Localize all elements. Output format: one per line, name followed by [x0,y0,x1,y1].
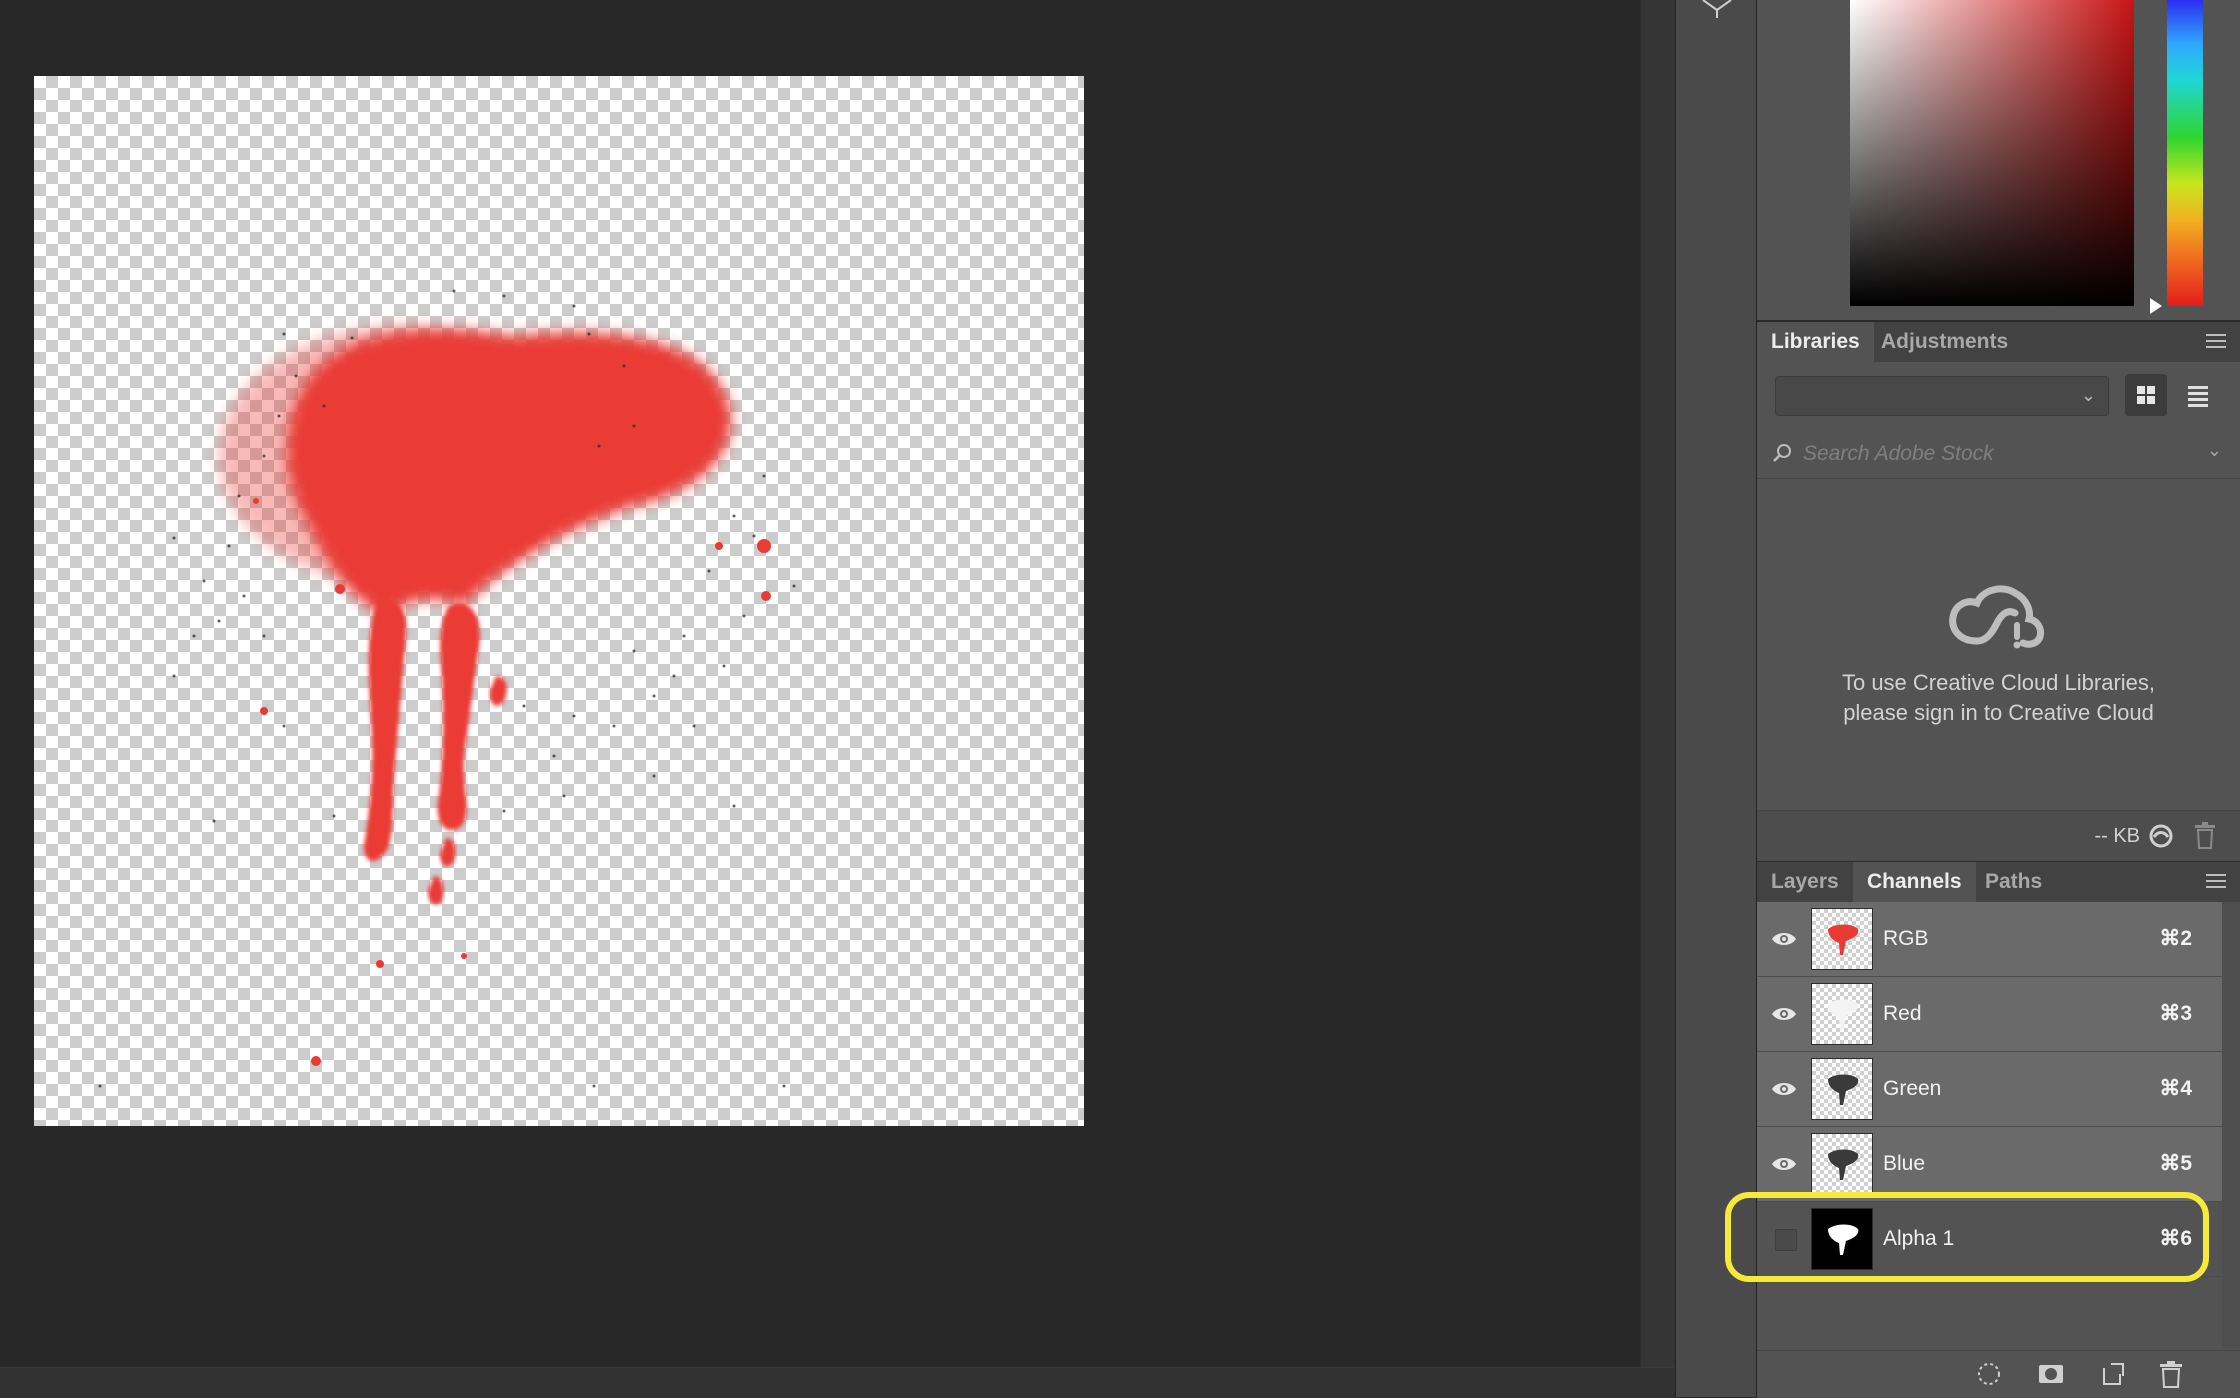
channel-name: Green [1883,1077,1942,1100]
search-icon [1773,444,1791,462]
document-canvas[interactable] [34,76,1084,1126]
eye-icon[interactable] [1771,1080,1797,1098]
channels-tabbar: Layers Channels Paths [1757,861,2240,903]
libraries-tabbar: Libraries Adjustments [1757,321,2240,363]
channel-name: Red [1883,1002,1922,1025]
hue-slider[interactable] [2167,0,2203,306]
storage-label: -- KB [2094,825,2140,847]
channel-thumbnail [1811,908,1873,970]
channel-shortcut: ⌘4 [2159,1077,2192,1100]
channels-list: RGB ⌘2 Red ⌘3 Green ⌘4 Blue ⌘5 Alpha 1 ⌘… [1725,902,2240,1347]
channel-name: Blue [1883,1152,1926,1175]
canvas-workspace[interactable] [0,0,1640,1367]
tab-adjustments[interactable]: Adjustments [1867,322,2022,362]
right-panel-dock: Libraries Adjustments ⌄ ⌄ [1725,0,2240,1398]
channel-row-green[interactable]: Green ⌘4 [1757,1052,2240,1127]
channel-shortcut: ⌘5 [2159,1152,2192,1175]
library-select[interactable]: ⌄ [1775,376,2109,416]
channel-thumbnail [1811,1133,1873,1195]
hue-slider-pointer[interactable] [2150,298,2162,314]
3d-panel-icon[interactable] [1700,0,1734,18]
color-picker-panel [1757,0,2240,321]
channel-row-rgb[interactable]: RGB ⌘2 [1757,902,2240,977]
load-channel-as-selection-icon[interactable] [1975,1360,2003,1388]
channel-shortcut: ⌘3 [2159,1002,2192,1025]
list-view-icon [2188,386,2208,407]
channels-footer [1757,1350,2240,1398]
search-options-chevron-icon[interactable]: ⌄ [2207,440,2222,461]
save-selection-as-channel-icon[interactable] [2037,1360,2065,1388]
new-channel-icon[interactable] [2099,1360,2127,1388]
tab-layers[interactable]: Layers [1757,862,1853,902]
chevron-down-icon: ⌄ [2080,385,2096,405]
channel-row-red[interactable]: Red ⌘3 [1757,977,2240,1052]
grid-view-icon [2137,386,2155,404]
trash-icon[interactable] [2194,821,2216,849]
grid-view-button[interactable] [2125,374,2167,416]
libraries-footer: -- KB [1757,810,2240,861]
list-view-button[interactable] [2177,374,2219,416]
sign-in-message: To use Creative Cloud Libraries, please … [1757,668,2240,728]
channel-shortcut: ⌘6 [2159,1227,2192,1250]
channel-thumbnail [1811,983,1873,1045]
channel-shortcut: ⌘2 [2159,927,2192,950]
visibility-toggle[interactable] [1775,1229,1797,1251]
color-saturation-field[interactable] [1850,0,2134,306]
channel-row-alpha-1[interactable]: Alpha 1 ⌘6 [1757,1202,2240,1277]
panel-menu-icon[interactable] [2206,874,2226,890]
tab-channels[interactable]: Channels [1853,862,1976,902]
tab-libraries[interactable]: Libraries [1757,322,1874,362]
sign-in-message-line2: please sign in to Creative Cloud [1843,700,2154,725]
channels-scrollbar[interactable] [2222,902,2240,1347]
panel-menu-icon[interactable] [2206,334,2226,350]
paint-splatter-image [98,289,796,1088]
libraries-panel-body: ⌄ ⌄ To [1757,362,2240,810]
channel-name: Alpha 1 [1883,1227,1955,1250]
search-input[interactable] [1801,438,2185,470]
channel-thumbnail [1811,1208,1873,1270]
vertical-scrollbar[interactable] [1640,0,1675,1367]
channel-name: RGB [1883,927,1929,950]
collapsed-panel-iconbar [1675,0,1757,1397]
eye-icon[interactable] [1771,1005,1797,1023]
delete-channel-icon[interactable] [2157,1360,2185,1388]
stock-search-bar: ⌄ [1757,430,2240,479]
horizontal-scrollbar[interactable] [0,1367,1675,1398]
channel-thumbnail [1811,1058,1873,1120]
sync-icon[interactable] [2146,823,2176,849]
eye-icon[interactable] [1771,930,1797,948]
channel-row-blue[interactable]: Blue ⌘5 [1757,1127,2240,1202]
tab-paths[interactable]: Paths [1971,862,2056,902]
eye-icon[interactable] [1771,1155,1797,1173]
sign-in-message-line1: To use Creative Cloud Libraries, [1841,670,2156,695]
creative-cloud-icon [1949,585,2045,649]
